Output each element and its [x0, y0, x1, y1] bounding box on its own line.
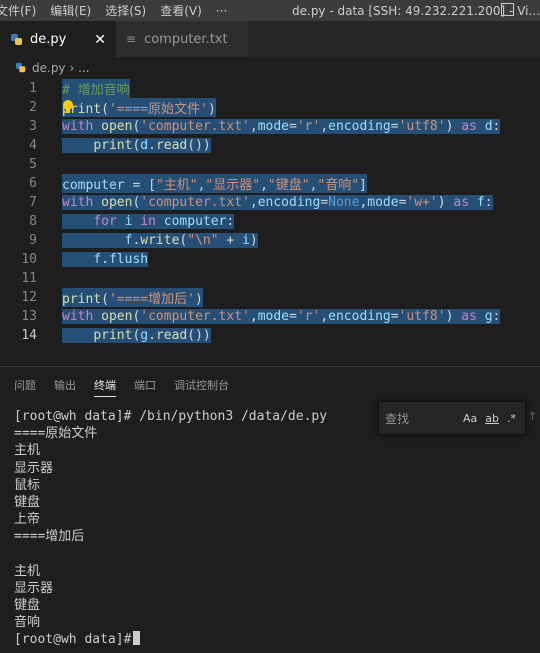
- line-number: 14: [21, 328, 37, 343]
- code-line: 6 computer = ["主机","显示器","键盘","音响"]: [0, 174, 540, 193]
- terminal-find-widget: 查找 Aa ab .*: [379, 402, 525, 434]
- python-file-icon: [15, 62, 27, 74]
- tab-ports[interactable]: 端口: [134, 373, 156, 397]
- code-text: print(g.read()): [62, 328, 211, 343]
- code-line: 8 for i in computer:: [0, 212, 540, 231]
- code-text: with open('computer.txt',encoding=None,m…: [62, 195, 493, 210]
- tab-de-py[interactable]: de.py ✕: [0, 21, 116, 57]
- terminal-line: [root@wh data]# /bin/python3 /data/de.py: [14, 409, 328, 424]
- menu-more[interactable]: ···: [209, 0, 234, 21]
- line-number: 11: [21, 271, 37, 286]
- code-text: print('====原始文件'): [62, 98, 216, 117]
- title-bar: 文件(F) 编辑(E) 选择(S) 查看(V) ··· de.py - data…: [0, 0, 540, 21]
- terminal-line: ====增加后: [14, 529, 85, 545]
- code-text: print(d.read()): [62, 138, 211, 153]
- code-text: print('====增加后'): [62, 288, 203, 307]
- line-number: 5: [29, 157, 37, 172]
- code-line: 3 with open('computer.txt',mode='r',enco…: [0, 117, 540, 136]
- line-number: 1: [29, 81, 37, 96]
- line-number: 10: [21, 252, 37, 267]
- line-number: 4: [29, 138, 37, 153]
- match-case-icon[interactable]: Aa: [463, 412, 477, 425]
- code-line: 11: [0, 269, 540, 288]
- code-text: with open('computer.txt',mode='r',encodi…: [62, 309, 501, 324]
- terminal-line: 键盘: [14, 598, 41, 614]
- code-line: 10 f.flush: [0, 250, 540, 269]
- menu-edit[interactable]: 编辑(E): [43, 0, 98, 21]
- tab-computer-txt[interactable]: ≡ computer.txt: [116, 21, 248, 57]
- terminal-line: 主机: [14, 443, 41, 459]
- code-text: f.write("\n" + i): [62, 233, 258, 248]
- code-line: 9 f.write("\n" + i): [0, 231, 540, 250]
- line-number: 3: [29, 119, 37, 134]
- tab-label: computer.txt: [144, 31, 228, 47]
- tab-debug-console[interactable]: 调试控制台: [174, 373, 229, 397]
- code-line: 12 print('====增加后'): [0, 288, 540, 307]
- tab-terminal[interactable]: 终端: [94, 373, 116, 397]
- editor-tab-bar: de.py ✕ ≡ computer.txt: [0, 21, 540, 57]
- code-line: 13 with open('computer.txt',mode='r',enc…: [0, 307, 540, 326]
- terminal-line: 显示器: [14, 460, 54, 476]
- maximize-button[interactable]: [501, 3, 514, 16]
- terminal-line: 键盘: [14, 494, 41, 510]
- code-line: 1 # 增加音响: [0, 79, 540, 98]
- code-text: f.flush: [62, 252, 149, 267]
- find-input[interactable]: 查找: [385, 410, 455, 427]
- terminal-line: 显示器: [14, 580, 54, 596]
- terminal-line: ====原始文件: [14, 426, 98, 442]
- code-editor[interactable]: 1 # 增加音响 2 print('====原始文件') 3 with open…: [0, 79, 540, 366]
- terminal-output[interactable]: [root@wh data]# /bin/python3 /data/de.py…: [14, 408, 327, 649]
- code-text: for i in computer:: [62, 214, 235, 229]
- terminal-prompt-line: [root@wh data]#: [14, 631, 327, 648]
- menu-selection[interactable]: 选择(S): [98, 0, 153, 21]
- line-number: 8: [29, 214, 37, 229]
- lightbulb-icon[interactable]: [62, 100, 74, 114]
- code-line: 5: [0, 155, 540, 174]
- menu-bar: 文件(F) 编辑(E) 选择(S) 查看(V) ···: [0, 0, 234, 21]
- tab-output[interactable]: 输出: [54, 373, 76, 397]
- terminal-cursor: [133, 631, 141, 646]
- terminal-prompt: [root@wh data]#: [14, 632, 132, 648]
- code-text: computer = ["主机","显示器","键盘","音响"]: [62, 174, 367, 193]
- menu-view[interactable]: 查看(V): [153, 0, 209, 21]
- breadcrumb: de.py › ...: [0, 57, 540, 79]
- line-number: 7: [29, 195, 37, 210]
- python-file-icon: [10, 33, 24, 47]
- match-whole-word-icon[interactable]: ab: [485, 412, 499, 425]
- text-file-icon: ≡: [126, 32, 137, 46]
- line-number: 13: [21, 309, 37, 324]
- line-number: 6: [29, 176, 37, 191]
- close-icon[interactable]: ✕: [94, 32, 106, 48]
- menu-file[interactable]: 文件(F): [0, 0, 43, 21]
- breadcrumb-separator[interactable]: › ...: [70, 61, 90, 75]
- breadcrumb-file[interactable]: de.py: [32, 61, 66, 75]
- arrow-up-icon[interactable]: ↑: [528, 410, 537, 423]
- terminal-line: 上帝: [14, 512, 41, 528]
- regex-icon[interactable]: .*: [507, 412, 516, 425]
- tab-problems[interactable]: 问题: [14, 373, 36, 397]
- code-text: # 增加音响: [62, 79, 130, 98]
- code-line: 4 print(d.read()): [0, 136, 540, 155]
- line-number: 12: [21, 290, 37, 305]
- code-line: 14 print(g.read()): [0, 326, 540, 345]
- terminal-line: 音响: [14, 615, 41, 631]
- code-line: 7 with open('computer.txt',encoding=None…: [0, 193, 540, 212]
- panel-tabs: 问题 输出 终端 端口 调试控制台: [0, 373, 233, 397]
- code-line: 2 print('====原始文件'): [0, 98, 540, 117]
- tab-label: de.py: [30, 32, 67, 47]
- line-number: 9: [29, 233, 37, 248]
- terminal-line: 主机: [14, 563, 41, 579]
- code-text: with open('computer.txt',mode='r',encodi…: [62, 119, 501, 134]
- terminal-line: 鼠标: [14, 477, 41, 493]
- line-number: 2: [29, 100, 37, 115]
